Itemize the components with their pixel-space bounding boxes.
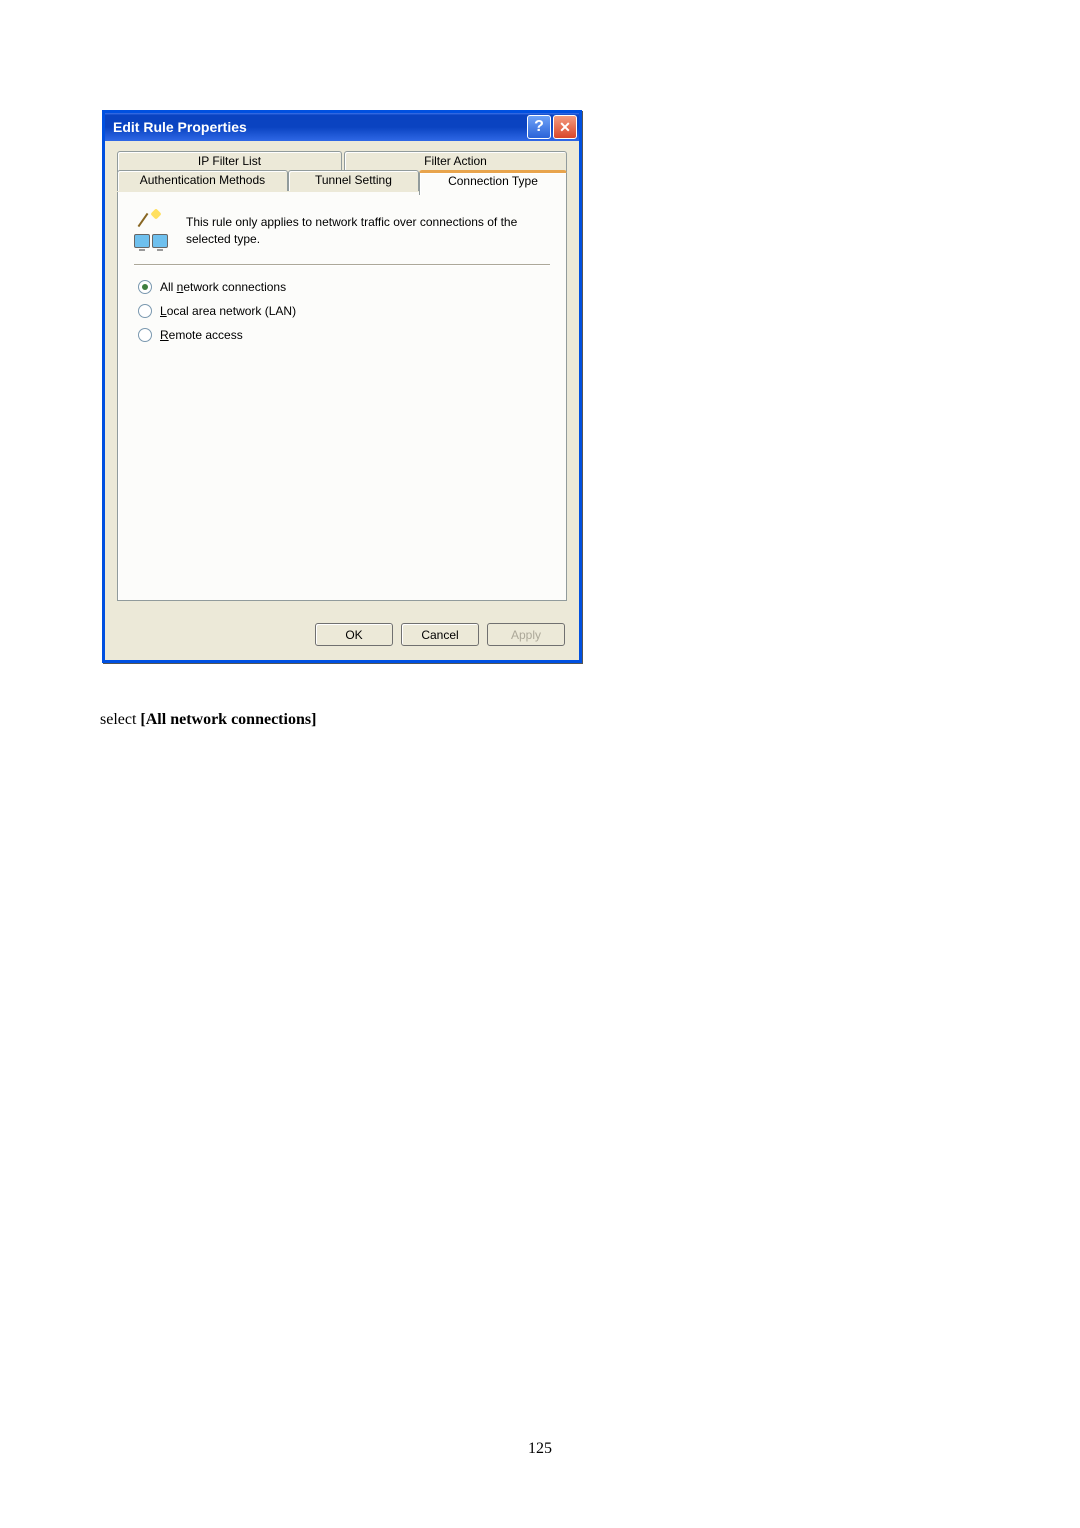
tab-panel-connection-type: This rule only applies to network traffi… [117,192,567,601]
dialog-title: Edit Rule Properties [113,119,527,135]
radio-icon [138,280,152,294]
tab-ip-filter-list[interactable]: IP Filter List [117,151,342,172]
cancel-button[interactable]: Cancel [401,623,479,646]
close-icon[interactable]: ✕ [553,115,577,139]
radio-all-network[interactable]: All network connections [138,280,546,294]
radio-group: All network connections Local area netwo… [118,280,566,342]
titlebar: Edit Rule Properties ? ✕ [105,113,579,141]
tab-filter-action[interactable]: Filter Action [344,151,567,172]
button-row: OK Cancel Apply [105,613,579,660]
radio-lan[interactable]: Local area network (LAN) [138,304,546,318]
tab-area: IP Filter List Filter Action Authenticat… [105,141,579,613]
radio-icon [138,304,152,318]
instruction-text: select [All network connections] [100,711,980,729]
network-magic-icon [134,214,168,248]
description-text: This rule only applies to network traffi… [186,210,550,248]
radio-label: Local area network (LAN) [160,304,296,318]
ok-button[interactable]: OK [315,623,393,646]
tab-tunnel-setting[interactable]: Tunnel Setting [288,170,419,191]
tabs: IP Filter List Filter Action Authenticat… [117,151,567,193]
edit-rule-dialog: Edit Rule Properties ? ✕ IP Filter List … [102,110,582,663]
radio-icon [138,328,152,342]
radio-label: All network connections [160,280,286,294]
tab-connection-type[interactable]: Connection Type [419,170,567,195]
tab-authentication-methods[interactable]: Authentication Methods [117,170,288,191]
titlebar-buttons: ? ✕ [527,115,577,139]
radio-remote-access[interactable]: Remote access [138,328,546,342]
separator [134,264,550,266]
page-number: 125 [0,1440,1080,1458]
help-icon[interactable]: ? [527,115,551,139]
radio-label: Remote access [160,328,243,342]
apply-button: Apply [487,623,565,646]
